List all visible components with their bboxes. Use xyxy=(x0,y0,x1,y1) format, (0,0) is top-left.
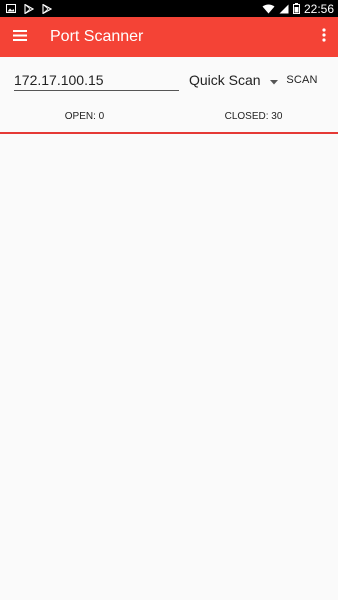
ip-address-input[interactable] xyxy=(14,69,179,91)
menu-button[interactable] xyxy=(0,17,40,57)
status-right-icons: 22:56 xyxy=(262,2,334,16)
app-bar: Port Scanner xyxy=(0,17,338,57)
status-bar: 22:56 xyxy=(0,0,338,17)
status-left-icons xyxy=(6,3,52,14)
battery-icon xyxy=(292,3,300,14)
tab-open[interactable]: OPEN: 0 xyxy=(0,101,169,132)
status-time: 22:56 xyxy=(303,1,334,16)
scan-type-dropdown[interactable]: Quick Scan xyxy=(189,70,278,90)
scan-button[interactable]: SCAN xyxy=(282,69,322,91)
tab-closed[interactable]: CLOSED: 30 xyxy=(169,101,338,132)
results-tabs: OPEN: 0 CLOSED: 30 xyxy=(0,101,338,134)
gallery-icon xyxy=(6,4,16,13)
scan-type-value: Quick Scan xyxy=(189,72,261,88)
play-store-icon xyxy=(24,3,34,14)
dropdown-arrow-icon xyxy=(269,72,278,88)
page-title: Port Scanner xyxy=(50,28,144,45)
play-store-icon xyxy=(42,3,52,14)
wifi-icon xyxy=(262,4,275,14)
scan-controls: Quick Scan SCAN xyxy=(0,57,338,101)
results-list xyxy=(0,135,338,600)
overflow-menu-button[interactable] xyxy=(310,17,338,57)
more-vert-icon xyxy=(322,27,326,47)
signal-icon xyxy=(279,4,289,14)
hamburger-menu-icon xyxy=(13,28,27,46)
